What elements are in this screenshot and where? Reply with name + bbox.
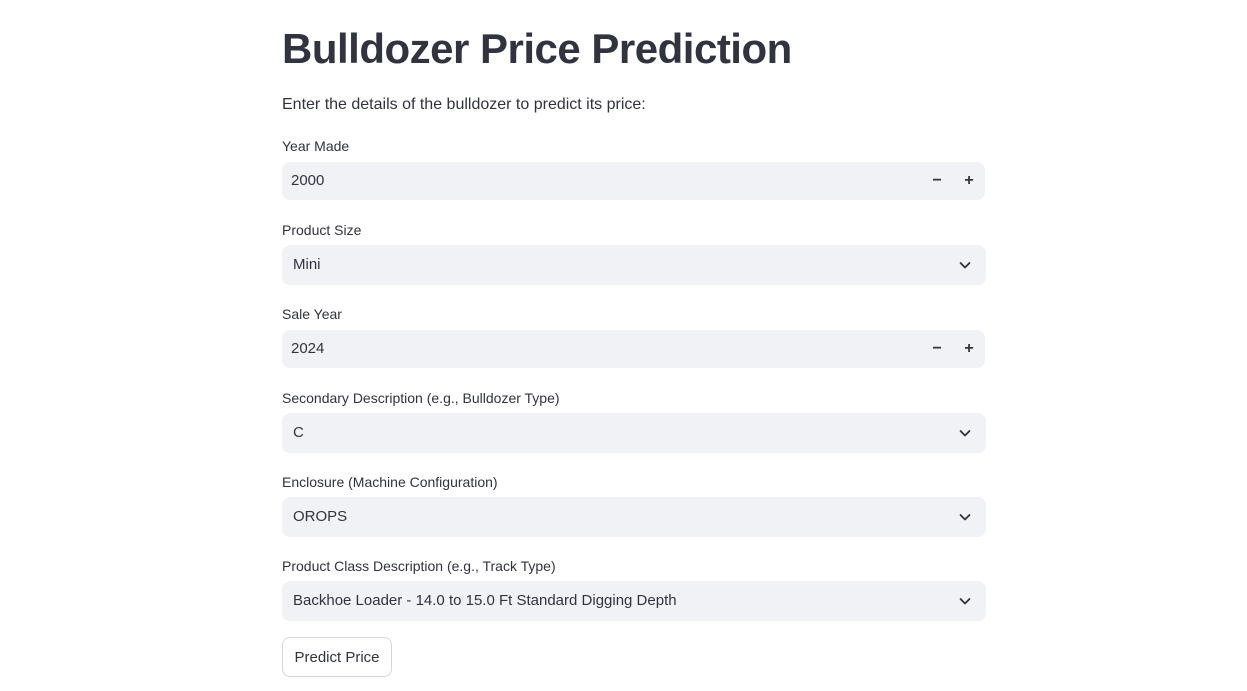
- year-made-input[interactable]: 2000 − +: [282, 162, 985, 200]
- secondary-description-value: C: [293, 424, 304, 441]
- chevron-down-icon: [959, 430, 971, 437]
- product-size-value: Mini: [293, 256, 321, 273]
- plus-icon: +: [964, 172, 974, 189]
- enclosure-label: Enclosure (Machine Configuration): [282, 474, 498, 490]
- intro-text: Enter the details of the bulldozer to pr…: [282, 96, 646, 113]
- product-class-label: Product Class Description (e.g., Track T…: [282, 558, 556, 574]
- product-class-value: Backhoe Loader - 14.0 to 15.0 Ft Standar…: [293, 592, 677, 609]
- year-made-value[interactable]: 2000: [291, 171, 324, 191]
- enclosure-select[interactable]: OROPS: [282, 497, 986, 537]
- chevron-down-icon: [959, 262, 971, 269]
- predict-price-button[interactable]: Predict Price: [282, 637, 392, 677]
- plus-icon: +: [964, 340, 974, 357]
- sale-year-label: Sale Year: [282, 306, 342, 322]
- year-made-increment-button[interactable]: +: [953, 162, 985, 200]
- sale-year-increment-button[interactable]: +: [953, 330, 985, 368]
- product-size-label: Product Size: [282, 222, 362, 238]
- minus-icon: −: [932, 172, 942, 189]
- secondary-description-label: Secondary Description (e.g., Bulldozer T…: [282, 390, 560, 406]
- year-made-decrement-button[interactable]: −: [921, 162, 953, 200]
- product-size-select[interactable]: Mini: [282, 245, 986, 285]
- minus-icon: −: [932, 340, 942, 357]
- secondary-description-select[interactable]: C: [282, 413, 986, 453]
- year-made-label: Year Made: [282, 138, 350, 154]
- enclosure-value: OROPS: [293, 508, 348, 525]
- sale-year-input[interactable]: 2024 − +: [282, 330, 985, 368]
- sale-year-decrement-button[interactable]: −: [921, 330, 953, 368]
- chevron-down-icon: [959, 598, 971, 605]
- page-title: Bulldozer Price Prediction: [282, 25, 792, 72]
- product-class-select[interactable]: Backhoe Loader - 14.0 to 15.0 Ft Standar…: [282, 581, 986, 621]
- chevron-down-icon: [959, 514, 971, 521]
- sale-year-value[interactable]: 2024: [291, 339, 324, 359]
